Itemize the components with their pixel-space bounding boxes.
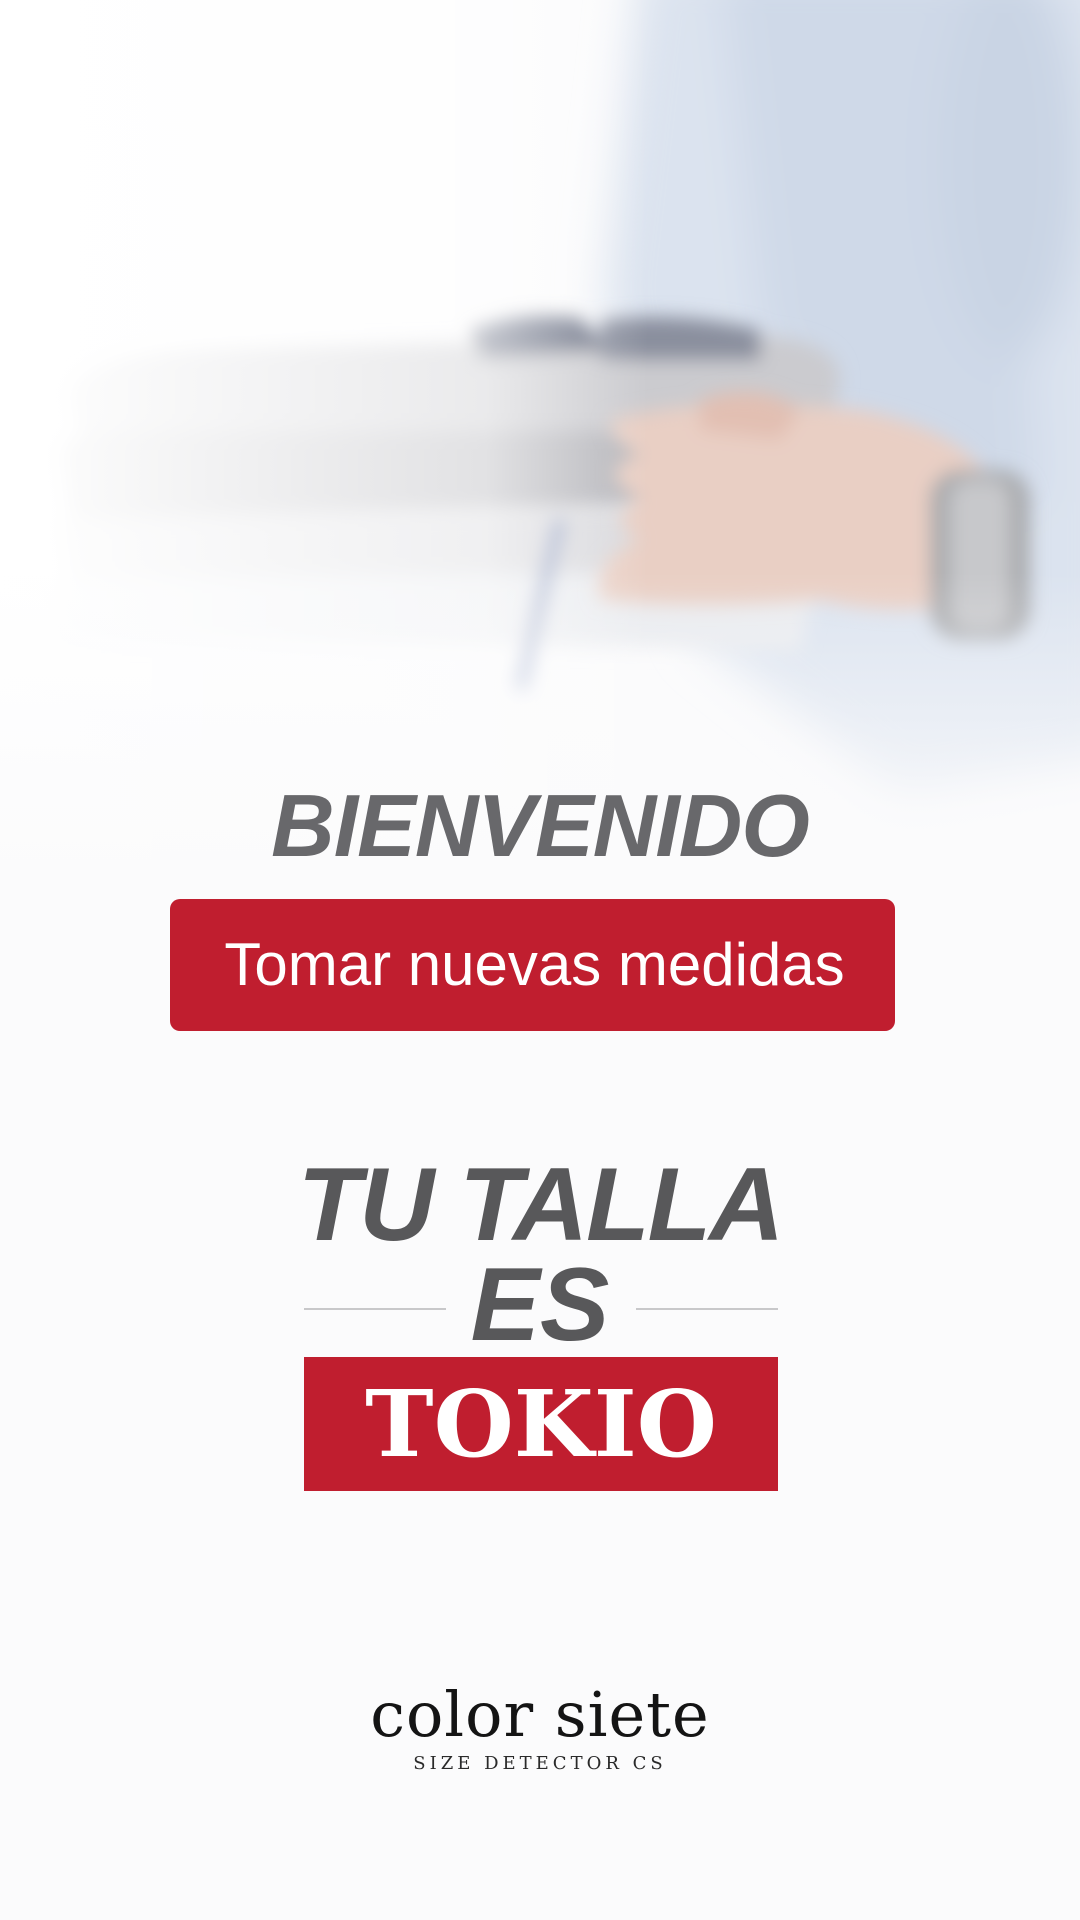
brand-logo: color siete	[370, 1678, 710, 1751]
brand-tagline: SIZE DETECTOR CS	[413, 1753, 667, 1774]
folded-shirts-photo	[0, 0, 1080, 880]
new-measurements-button[interactable]: Tomar nuevas medidas	[170, 899, 895, 1031]
size-result-badge: TOKIO	[304, 1357, 778, 1491]
hero-image	[0, 0, 1080, 880]
welcome-title: BIENVENIDO	[271, 776, 810, 875]
result-heading-line2: ES	[470, 1247, 610, 1363]
result-heading-line1: TU TALLA	[297, 1147, 785, 1263]
divider-right	[636, 1308, 778, 1310]
